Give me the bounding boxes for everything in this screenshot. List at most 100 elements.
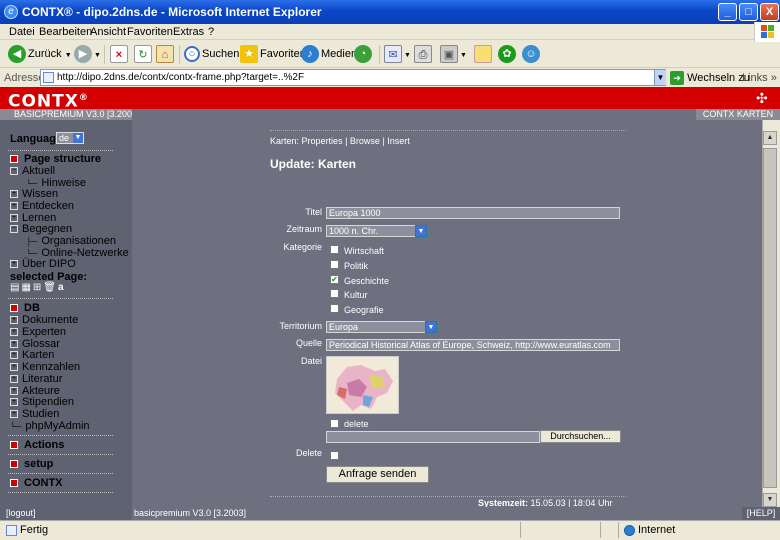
scroll-down-button[interactable]: ▼ <box>763 493 777 507</box>
page-structure-header[interactable]: Page structure <box>10 153 101 165</box>
minimize-button[interactable]: _ <box>718 3 737 21</box>
address-input[interactable]: http://dipo.2dns.de/contx/contx-frame.ph… <box>40 69 666 86</box>
edit-button[interactable]: ▣ ▼ <box>440 44 467 65</box>
tree-item-entdecken[interactable]: + Entdecken <box>10 200 74 212</box>
go-button[interactable]: ➔ Wechseln zu <box>670 69 750 87</box>
db-item-dokumente[interactable]: + Dokumente <box>10 314 78 326</box>
actions-header[interactable]: Actions <box>10 439 64 451</box>
checkbox-geschichte[interactable]: ✔ <box>330 275 339 284</box>
checkbox-politik[interactable] <box>330 260 339 269</box>
menu-favoriten[interactable]: Favoriten <box>127 24 173 40</box>
mail-icon: ✉ <box>384 45 402 64</box>
buddy-button[interactable]: ☺ <box>522 44 542 65</box>
app-header <box>0 87 780 109</box>
footer-edition: basicpremium V3.0 [3.2003] <box>132 507 742 520</box>
divider <box>8 435 113 436</box>
page-properties-icon[interactable]: ▤ <box>10 282 21 293</box>
forward-button[interactable]: ▶ ▼ <box>74 44 101 65</box>
tree-line-icon: └─ <box>10 422 22 431</box>
refresh-button[interactable]: ↻ <box>134 44 154 65</box>
text-icon[interactable]: a <box>58 282 66 293</box>
db-item-karten[interactable]: + Karten <box>10 349 54 361</box>
menu-help[interactable]: ? <box>208 24 214 40</box>
page-add-icon[interactable]: ⊞ <box>33 282 43 293</box>
section-toggle-icon <box>10 155 18 164</box>
status-separator <box>520 522 521 538</box>
europe-map-image <box>327 357 398 413</box>
zeitraum-select[interactable]: 1000 n. Chr. ▼ <box>326 225 427 237</box>
forward-arrow-icon: ▶ <box>74 45 92 64</box>
db-item-experten[interactable]: + Experten <box>10 326 66 338</box>
menu-datei[interactable]: Datei <box>9 24 35 40</box>
link-insert[interactable]: Insert <box>387 136 410 146</box>
file-path-input[interactable] <box>326 431 540 443</box>
titel-input[interactable]: Europa 1000 <box>326 207 620 219</box>
history-button[interactable]: ◔ <box>354 44 374 65</box>
delete-checkbox[interactable] <box>330 451 339 460</box>
browse-button[interactable]: Durchsuchen... <box>540 430 621 443</box>
db-item-studien[interactable]: + Studien <box>10 408 59 420</box>
contx-header[interactable]: CONTX <box>10 477 63 489</box>
expand-icon: + <box>10 328 18 337</box>
checkbox-label: Kultur <box>344 290 368 300</box>
print-button[interactable]: ⎙ <box>414 44 434 65</box>
stop-button[interactable]: × <box>110 44 130 65</box>
db-item-stipendien[interactable]: + Stipendien <box>10 396 74 408</box>
logout-link[interactable]: [logout] <box>0 507 132 520</box>
db-item-phpmyadmin[interactable]: └─ phpMyAdmin <box>10 420 90 433</box>
divider <box>8 150 113 151</box>
home-button[interactable]: ⌂ <box>156 44 176 65</box>
tree-item-begegnen[interactable]: − Begegnen <box>10 223 72 235</box>
zone-label: Internet <box>638 524 676 536</box>
address-dropdown[interactable]: ▼ <box>654 70 666 85</box>
checkbox-kultur[interactable] <box>330 289 339 298</box>
map-thumbnail[interactable] <box>326 356 399 414</box>
language-select[interactable]: de ▼ <box>56 132 84 144</box>
maximize-button[interactable]: □ <box>739 3 758 21</box>
messenger-button[interactable]: ✿ <box>498 44 518 65</box>
status-separator <box>618 522 619 538</box>
checkbox-geografie[interactable] <box>330 304 339 313</box>
checkbox-wirtschaft[interactable] <box>330 245 339 254</box>
expand-icon: + <box>10 202 18 211</box>
back-button[interactable]: ◀ Zurück ▼ <box>8 44 72 65</box>
link-properties[interactable]: Properties <box>302 136 343 146</box>
checkbox-label: Politik <box>344 261 369 271</box>
db-item-kennzahlen[interactable]: + Kennzahlen <box>10 361 80 373</box>
page-grid-icon[interactable]: ▦ <box>21 282 32 293</box>
db-header[interactable]: DB <box>10 302 40 314</box>
link-browse[interactable]: Browse <box>350 136 380 146</box>
toolbar-separator <box>179 45 180 64</box>
chevron-down-icon: ▼ <box>415 225 427 237</box>
territorium-select[interactable]: Europa ▼ <box>326 321 437 333</box>
media-button[interactable]: ♪ Medien <box>301 44 357 65</box>
close-button[interactable]: X <box>760 3 779 21</box>
expand-icon: + <box>10 410 18 419</box>
expand-icon: + <box>10 363 18 372</box>
menu-extras[interactable]: Extras <box>173 24 204 40</box>
quelle-input[interactable]: Periodical Historical Atlas of Europe, S… <box>326 339 620 351</box>
divider <box>8 473 113 474</box>
datei-label: Datei <box>300 356 322 366</box>
notes-button[interactable] <box>474 44 494 65</box>
expand-icon: + <box>10 398 18 407</box>
db-item-literatur[interactable]: + Literatur <box>10 373 62 385</box>
tree-item-wissen[interactable]: + Wissen <box>10 188 58 200</box>
links-button[interactable]: Links » <box>742 69 777 87</box>
tree-item-ueber-dipo[interactable]: + Über DIPO <box>10 258 76 270</box>
tree-item-aktuell[interactable]: − Aktuell <box>10 165 55 177</box>
menu-bearbeiten[interactable]: Bearbeiten <box>39 24 92 40</box>
setup-header[interactable]: setup <box>10 458 53 470</box>
search-button[interactable]: ○ Suchen <box>184 44 239 65</box>
favorites-button[interactable]: ★ Favoriten <box>240 44 306 65</box>
file-delete-checkbox[interactable] <box>330 419 339 428</box>
scroll-thumb[interactable] <box>763 148 777 488</box>
help-link[interactable]: [HELP] <box>742 507 780 520</box>
mail-button[interactable]: ✉ ▼ <box>384 44 411 65</box>
menu-ansicht[interactable]: Ansicht <box>90 24 126 40</box>
scroll-up-button[interactable]: ▲ <box>763 131 777 145</box>
trash-icon[interactable]: 🗑 <box>43 282 58 293</box>
submit-button[interactable]: Anfrage senden <box>326 466 429 483</box>
file-delete-label: delete <box>344 419 369 429</box>
search-icon: ○ <box>184 46 200 63</box>
